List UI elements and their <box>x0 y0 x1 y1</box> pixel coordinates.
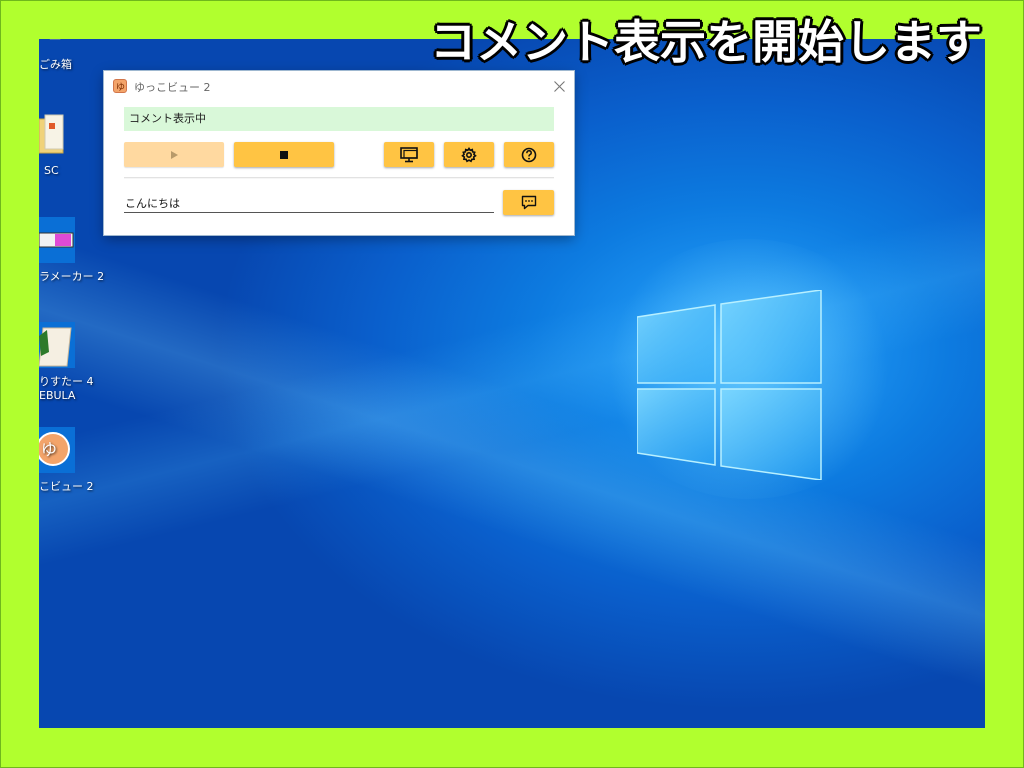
desktop-icon-recycle-bin[interactable]: ごみ箱 <box>39 39 129 72</box>
stop-button[interactable] <box>234 142 334 167</box>
recycle-bin-icon <box>49 39 61 40</box>
caption-banner: コメント表示を開始します <box>430 15 982 69</box>
close-button[interactable] <box>544 71 574 101</box>
folder-icon <box>39 114 64 154</box>
status-message: コメント表示中 <box>124 107 554 131</box>
send-comment-button[interactable] <box>503 190 554 215</box>
comment-input[interactable] <box>124 193 494 213</box>
display-window-button[interactable] <box>384 142 434 167</box>
app-icon <box>39 217 75 263</box>
comment-send-icon <box>521 195 536 210</box>
svg-text:ゆ: ゆ <box>41 440 57 459</box>
play-icon <box>171 150 178 159</box>
window-title: ゆっこビュー 2 <box>134 81 211 94</box>
desktop-icon-label: EBULA <box>39 389 76 402</box>
help-icon <box>521 147 537 162</box>
desktop-icon-label: ラメーカー 2 <box>39 270 105 283</box>
settings-button[interactable] <box>444 142 494 167</box>
desktop-icon-label: こビュー 2 <box>39 480 94 493</box>
yukkuri-app-icon: ゆ <box>113 79 127 93</box>
app-icon <box>39 322 75 368</box>
help-button[interactable] <box>504 142 554 167</box>
stop-icon <box>280 150 288 159</box>
desktop-icon-yukkuri-view[interactable]: ゆ こビュー 2 <box>39 427 129 494</box>
play-button[interactable] <box>124 142 224 167</box>
divider <box>124 177 554 179</box>
app-icon-glyph: ゆ <box>116 83 126 93</box>
yukkuri-view-icon: ゆ <box>39 427 75 473</box>
monitor-icon <box>400 146 418 162</box>
desktop-icon-label: りすたー 4 <box>39 375 94 388</box>
desktop-icon-label: ごみ箱 <box>39 58 72 71</box>
close-icon <box>553 80 565 92</box>
windows-logo <box>637 290 822 480</box>
gear-icon <box>461 146 477 162</box>
desktop-icon-nebula[interactable]: りすたー 4 EBULA <box>39 322 129 402</box>
yukkuri-view-window: ゆ ゆっこビュー 2 コメント表示中 <box>104 71 574 235</box>
window-titlebar[interactable]: ゆ ゆっこビュー 2 <box>104 71 574 101</box>
